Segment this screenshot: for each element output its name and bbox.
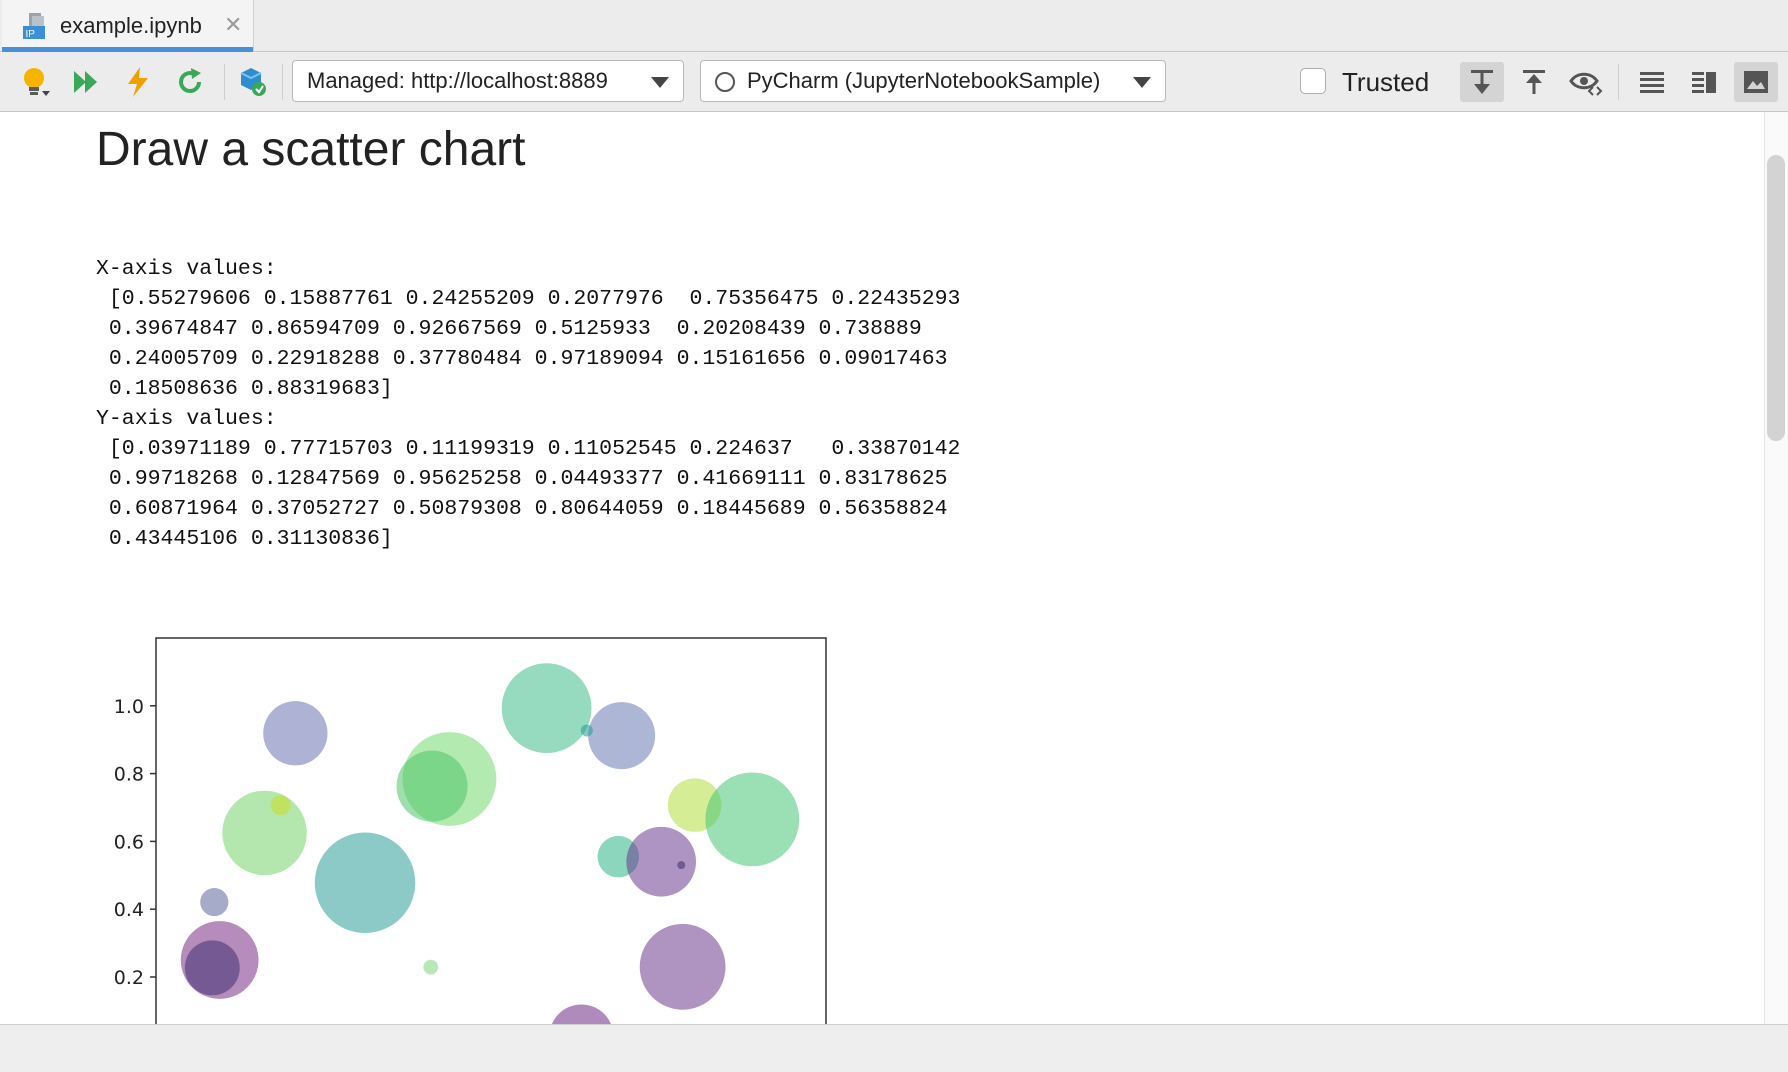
split-view-button[interactable] [1684,62,1724,102]
toolbar-separator [224,64,225,100]
jupyter-server-select[interactable]: Managed: http://localhost:8889 [292,60,684,102]
scatter-point [222,790,307,876]
output-line: 0.18508636 0.88319683] [96,377,393,401]
move-cell-down-button[interactable] [1460,62,1504,102]
y-tick-label: 0.6 [114,831,144,853]
kernel-select[interactable]: PyCharm (JupyterNotebookSample) [700,60,1166,102]
move-cell-up-button[interactable] [1514,62,1554,102]
run-all-icon [74,71,97,93]
notebook-preview: Draw a scatter chart X-axis values: [0.5… [0,112,1764,1024]
lightbulb-icon [24,68,50,96]
split-view-icon [1692,72,1716,93]
output-line: [0.55279606 0.15887761 0.24255209 0.2077… [96,287,961,311]
kernel-status-circle-icon [715,72,735,92]
scatter-point [314,832,416,933]
scatter-point [705,772,800,867]
scatter-point [423,959,439,975]
tab-title: example.ipynb [60,13,202,38]
chevron-down-icon [651,77,669,88]
server-url-value: Managed: http://localhost:8889 [307,68,608,93]
lightning-icon [128,67,148,97]
editor-only-button[interactable] [1632,62,1672,102]
run-lightning-button[interactable] [118,62,158,102]
output-line: 0.60871964 0.37052727 0.50879308 0.80644… [96,497,948,521]
run-all-button[interactable] [66,62,106,102]
close-tab-icon[interactable]: ✕ [224,12,242,38]
scatter-plot: 0.2 0.4 0.6 0.8 1.0 [114,637,827,1024]
lines-icon [1640,72,1664,93]
preview-button[interactable] [1566,62,1606,102]
scatter-point [580,724,593,737]
scatter-point [677,861,686,870]
output-line: X-axis values: [96,257,277,281]
restart-kernel-button[interactable] [170,62,210,102]
scatter-point [626,826,697,897]
scatter-point [639,923,726,1010]
chevron-down-icon [1133,77,1151,88]
status-bar [0,1024,1788,1072]
kernel-name-value: PyCharm (JupyterNotebookSample) [747,68,1101,93]
scatter-point [501,663,592,754]
scatter-point [588,702,656,770]
toolbar-separator [1618,64,1619,100]
image-icon [1744,71,1768,93]
y-tick-label: 0.4 [114,899,144,921]
cell-output-text: X-axis values: [0.55279606 0.15887761 0.… [96,254,960,554]
y-tick-label: 0.8 [114,764,144,786]
scatter-point [270,795,291,816]
arrow-up-from-line-icon [1523,70,1545,94]
scatter-point [396,750,468,822]
trusted-checkbox[interactable] [1300,68,1326,94]
scrollbar-thumb[interactable] [1767,155,1785,441]
output-line: [0.03971189 0.77715703 0.11199319 0.1105… [96,437,961,461]
cell-heading: Draw a scatter chart [96,123,526,176]
scatter-point [184,940,240,996]
jupyter-server-icon [240,68,266,96]
output-line: Y-axis values: [96,407,277,431]
restart-icon [179,68,201,93]
y-tick-label: 0.2 [114,967,144,989]
toolbar-separator [282,64,283,100]
scatter-point [263,701,328,766]
preview-only-button[interactable] [1734,62,1778,102]
output-line: 0.43445106 0.31130836] [96,527,393,551]
output-line: 0.39674847 0.86594709 0.92667569 0.51259… [96,317,922,341]
trusted-label: Trusted [1342,67,1430,97]
arrow-down-to-line-icon [1471,70,1493,94]
editor-tab-strip: IP example.ipynb ✕ [0,0,1788,52]
intention-bulb-button[interactable] [16,62,56,102]
output-line: 0.99718268 0.12847569 0.95625258 0.04493… [96,467,948,491]
scatter-point [200,887,229,917]
eye-code-icon [1569,72,1603,96]
y-tick-label: 1.0 [114,696,144,718]
notebook-toolbar: Managed: http://localhost:8889 PyCharm (… [0,52,1788,112]
tab-example-ipynb[interactable]: IP example.ipynb ✕ [2,0,254,52]
jupyter-server-button[interactable] [232,62,272,102]
jupyter-notebook-file-icon: IP [23,13,45,40]
scatter-point [551,1004,612,1024]
output-line: 0.24005709 0.22918288 0.37780484 0.97189… [96,347,948,371]
svg-text:IP: IP [26,29,36,40]
